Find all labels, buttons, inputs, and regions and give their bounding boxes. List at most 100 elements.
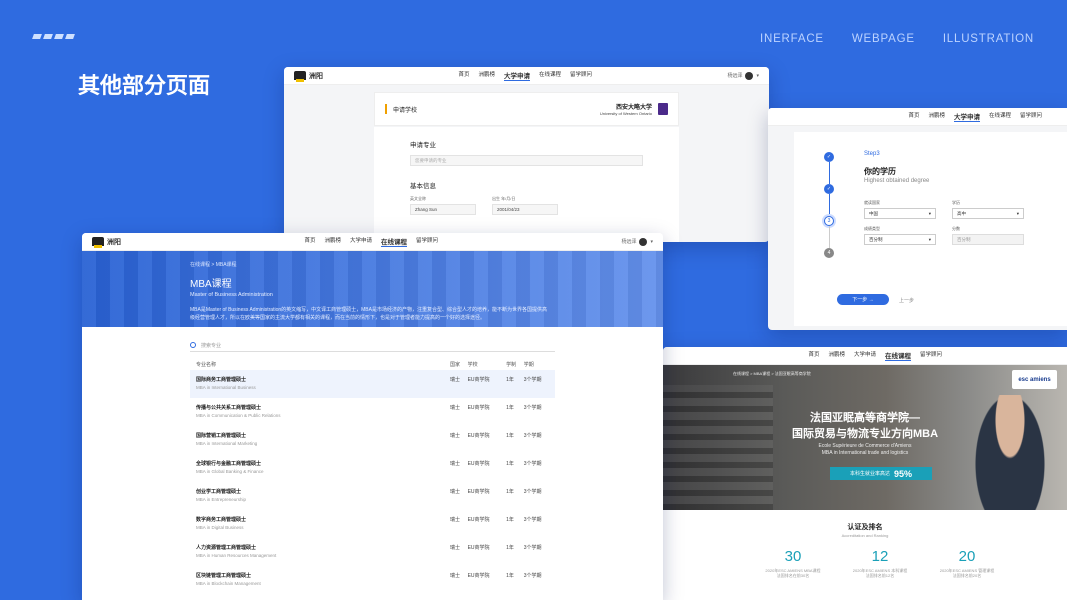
nav-interface[interactable]: INERFACE <box>760 33 824 45</box>
program-country: 瑞士 <box>450 545 461 551</box>
program-terms: 3个学期 <box>523 405 542 411</box>
step-done-icon: ✓ <box>824 184 834 194</box>
nav-advisor[interactable]: 留学顾问 <box>1020 111 1042 122</box>
brand-logo[interactable]: 洲阳 <box>294 71 323 82</box>
logo-dashes <box>32 34 75 39</box>
hero-photo: 在线课程 > MBA课程 > 法国亚眠高等商学院 esc amiens 法国亚眠… <box>663 365 1067 510</box>
name-input[interactable]: Zhang Sun <box>410 204 476 215</box>
nav-apply[interactable]: 大学申请 <box>350 236 372 247</box>
site-header: 洲阳 首页 洲鹏榜 大学申请 在线课程 留学顾问 杨远泽 ▾ <box>284 67 769 85</box>
table-row[interactable]: 国际商务工商管理硕士 MBA in International Business 瑞… <box>190 370 555 398</box>
program-table: 专业名称 国家 学校 学制 学期 国际商务工商管理硕士 MBA in Intern… <box>190 358 555 594</box>
card-title: 申请学校 <box>393 107 418 114</box>
program-name: 全球银行与金融工商管理硕士 <box>196 461 262 467</box>
program-duration: 1年 <box>506 545 514 551</box>
country-select[interactable]: 中国 ▾ <box>864 208 936 219</box>
user-menu[interactable]: 杨远泽 ▾ <box>621 237 653 246</box>
university-crest-icon <box>658 103 668 115</box>
major-input[interactable]: 您要申请的专业 <box>410 155 643 166</box>
search-input[interactable]: 搜索专业 <box>201 342 221 349</box>
breadcrumb: 在线课程 > MBA课程 > 法国亚眠高等商学院 <box>733 371 811 376</box>
site-header: 首页 洲鹏榜 大学申请 在线课程 留学顾问 <box>663 347 1067 365</box>
brand-logo[interactable]: 洲阳 <box>92 237 121 248</box>
nav-advisor[interactable]: 留学顾问 <box>920 350 942 361</box>
table-row[interactable]: 传播与公共关系工商管理硕士 MBA in Communication & Publ… <box>190 398 555 426</box>
avatar <box>639 237 648 246</box>
main-nav: 首页 洲鹏榜 大学申请 在线课程 留学顾问 <box>304 236 438 247</box>
program-school: EU商学院 <box>467 370 507 398</box>
degree-select[interactable]: 高中 ▾ <box>952 208 1024 219</box>
nav-home[interactable]: 首页 <box>808 350 819 361</box>
main-nav: 首页 洲鹏榜 大学申请 在线课程 留学顾问 <box>908 111 1042 122</box>
table-row[interactable]: 创业学工商管理硕士 MBA in Entrepreneurship 瑞士 EU商学院 1… <box>190 482 555 510</box>
table-row[interactable]: 数字商务工商管理硕士 MBA in Digital Business 瑞士 EU商学院… <box>190 510 555 538</box>
nav-advisor[interactable]: 留学顾问 <box>570 70 592 81</box>
esc-amiens-window: 首页 洲鹏榜 大学申请 在线课程 留学顾问 在线课程 > MBA课程 > 法国亚… <box>663 347 1067 600</box>
table-row[interactable]: 全球银行与金融工商管理硕士 MBA in Global Banking & Fin… <box>190 454 555 482</box>
score-type-select[interactable]: 百分制 ▾ <box>864 234 936 245</box>
table-row[interactable]: 人力资源管理工商管理硕士 MBA in Human Resources Manag… <box>190 538 555 566</box>
program-duration: 1年 <box>506 573 514 579</box>
basic-info-label: 基本信息 <box>410 183 436 190</box>
school-card: 申请学校 西安大略大学 University of Western Ontario <box>374 92 679 126</box>
nav-home[interactable]: 首页 <box>908 111 919 122</box>
nav-rank[interactable]: 洲鹏榜 <box>324 236 341 247</box>
mba-hero: 在线课程 > MBA课程 MBA课程 Master of Business Ad… <box>82 251 663 327</box>
program-school: EU商学院 <box>467 517 490 523</box>
badge-label: 本科生就业率高达 <box>849 471 890 477</box>
program-country: 瑞士 <box>450 573 461 579</box>
nav-rank[interactable]: 洲鹏榜 <box>928 111 945 122</box>
next-button[interactable]: 下一步 → <box>837 294 889 305</box>
stat-item: 30 2020年ESC AMIENS MBA课程 法国排名在前30名 <box>763 548 823 578</box>
user-name: 杨远泽 <box>727 73 743 79</box>
top-nav: INERFACE WEBPAGE ILLUSTRATION <box>760 33 1034 45</box>
stat-item: 20 2020年ESC AMIENS 管理课程 法国排名前20名 <box>937 548 997 578</box>
score-label: 分数 <box>952 226 960 231</box>
col-school: 学校 <box>467 361 478 368</box>
nav-rank[interactable]: 洲鹏榜 <box>478 70 495 81</box>
stat-value: 20 <box>958 548 976 565</box>
program-terms: 3个学期 <box>523 370 555 398</box>
nav-advisor[interactable]: 留学顾问 <box>416 236 438 247</box>
name-label: 英文全称 <box>410 196 426 201</box>
program-name-en: MBA in Communication & Public Relations <box>196 413 281 418</box>
nav-apply[interactable]: 大学申请 <box>503 70 530 81</box>
program-name-en: MBA in Human Resources Management <box>196 553 277 558</box>
nav-home[interactable]: 首页 <box>458 70 469 81</box>
program-duration: 1年 <box>506 370 524 398</box>
program-terms: 3个学期 <box>523 545 542 551</box>
program-country: 瑞士 <box>450 433 461 439</box>
nav-courses[interactable]: 在线课程 <box>989 111 1011 122</box>
prev-button[interactable]: 上一步 <box>899 297 914 304</box>
nav-illustration[interactable]: ILLUSTRATION <box>943 33 1034 45</box>
col-country: 国家 <box>450 361 461 368</box>
table-row[interactable]: 区块链管理工商管理硕士 MBA in Blockchain Management 瑞… <box>190 566 555 594</box>
nav-courses[interactable]: 在线课程 <box>381 236 407 247</box>
nav-webpage[interactable]: WEBPAGE <box>852 33 915 45</box>
program-terms: 3个学期 <box>523 433 542 439</box>
avatar <box>745 71 754 80</box>
step-panel: ✓ ✓ 3 4 Step3 你的学历 Highest obtained degr… <box>794 132 1067 326</box>
nav-apply[interactable]: 大学申请 <box>854 350 876 361</box>
program-name-en: MBA in Digital Business <box>196 525 244 530</box>
nav-courses[interactable]: 在线课程 <box>884 350 911 361</box>
nav-rank[interactable]: 洲鹏榜 <box>828 350 845 361</box>
program-name-en: MBA in International Marketing <box>196 441 258 446</box>
program-name: 创业学工商管理硕士 <box>196 489 242 495</box>
dob-input[interactable]: 2001/04/23 <box>492 204 558 215</box>
search-bar[interactable]: 搜索专业 <box>190 339 555 352</box>
program-terms: 3个学期 <box>523 573 542 579</box>
logo-icon <box>294 71 306 82</box>
stat-value: 30 <box>784 548 802 565</box>
nav-courses[interactable]: 在线课程 <box>539 70 561 81</box>
nav-home[interactable]: 首页 <box>304 236 315 247</box>
program-name: 国际营销工商管理硕士 <box>196 433 247 439</box>
col-name: 专业名称 <box>196 361 217 368</box>
score-input[interactable]: 百分制 <box>952 234 1024 245</box>
table-row[interactable]: 国际营销工商管理硕士 MBA in International Marketing… <box>190 426 555 454</box>
program-school: EU商学院 <box>467 573 490 579</box>
program-duration: 1年 <box>506 405 514 411</box>
user-menu[interactable]: 杨远泽 ▾ <box>727 71 759 80</box>
nav-apply[interactable]: 大学申请 <box>953 111 980 122</box>
stat-desc: 2020年ESC AMIENS 本科课程 法国排名前12名 <box>852 568 908 578</box>
